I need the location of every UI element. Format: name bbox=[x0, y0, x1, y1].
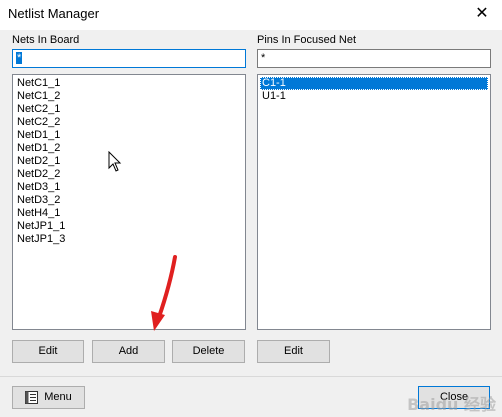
menu-icon bbox=[25, 390, 39, 404]
net-list-item[interactable]: NetD2_1 bbox=[15, 155, 243, 168]
close-button[interactable]: Close bbox=[418, 386, 490, 409]
title-bar: Netlist Manager ✕ bbox=[0, 0, 502, 30]
net-list-item[interactable]: NetC2_1 bbox=[15, 103, 243, 116]
pins-in-focused-net-label: Pins In Focused Net bbox=[257, 34, 357, 46]
net-list-item[interactable]: NetD3_1 bbox=[15, 181, 243, 194]
nets-listbox[interactable]: NetC1_1 NetC1_2 NetC2_1 NetC2_2 NetD1_1 NetD1… bbox=[12, 74, 246, 330]
pins-listbox[interactable]: C1-1 U1-1 bbox=[257, 74, 491, 330]
nets-add-button[interactable]: Add bbox=[92, 340, 165, 363]
net-list-item[interactable]: NetD1_1 bbox=[15, 129, 243, 142]
net-list-item[interactable]: NetC2_2 bbox=[15, 116, 243, 129]
pin-list-item[interactable]: C1-1 bbox=[260, 77, 488, 90]
net-list-item[interactable]: NetD2_2 bbox=[15, 168, 243, 181]
net-list-item[interactable]: NetC1_2 bbox=[15, 90, 243, 103]
footer-separator bbox=[0, 376, 502, 377]
pin-list-item[interactable]: U1-1 bbox=[260, 90, 488, 103]
red-arrow-icon bbox=[151, 255, 177, 331]
pins-filter-value: * bbox=[261, 52, 266, 64]
net-list-item[interactable]: NetD1_2 bbox=[15, 142, 243, 155]
window-title: Netlist Manager bbox=[8, 6, 100, 21]
nets-in-board-label: Nets In Board bbox=[12, 34, 80, 46]
mouse-pointer-icon bbox=[108, 151, 122, 172]
nets-delete-button[interactable]: Delete bbox=[172, 340, 245, 363]
net-list-item[interactable]: NetH4_1 bbox=[15, 207, 243, 220]
menu-button-label: Menu bbox=[44, 391, 72, 403]
net-list-item[interactable]: NetJP1_3 bbox=[15, 233, 243, 246]
nets-edit-button[interactable]: Edit bbox=[12, 340, 84, 363]
net-list-item[interactable]: NetC1_1 bbox=[15, 77, 243, 90]
net-list-item[interactable]: NetD3_2 bbox=[15, 194, 243, 207]
pins-filter-input[interactable]: * bbox=[257, 49, 491, 68]
menu-button[interactable]: Menu bbox=[12, 386, 85, 409]
pins-edit-button[interactable]: Edit bbox=[257, 340, 330, 363]
nets-filter-value: * bbox=[16, 52, 23, 64]
nets-filter-input[interactable]: * bbox=[12, 49, 246, 68]
net-list-item[interactable]: NetJP1_1 bbox=[15, 220, 243, 233]
close-icon[interactable]: ✕ bbox=[472, 4, 492, 24]
